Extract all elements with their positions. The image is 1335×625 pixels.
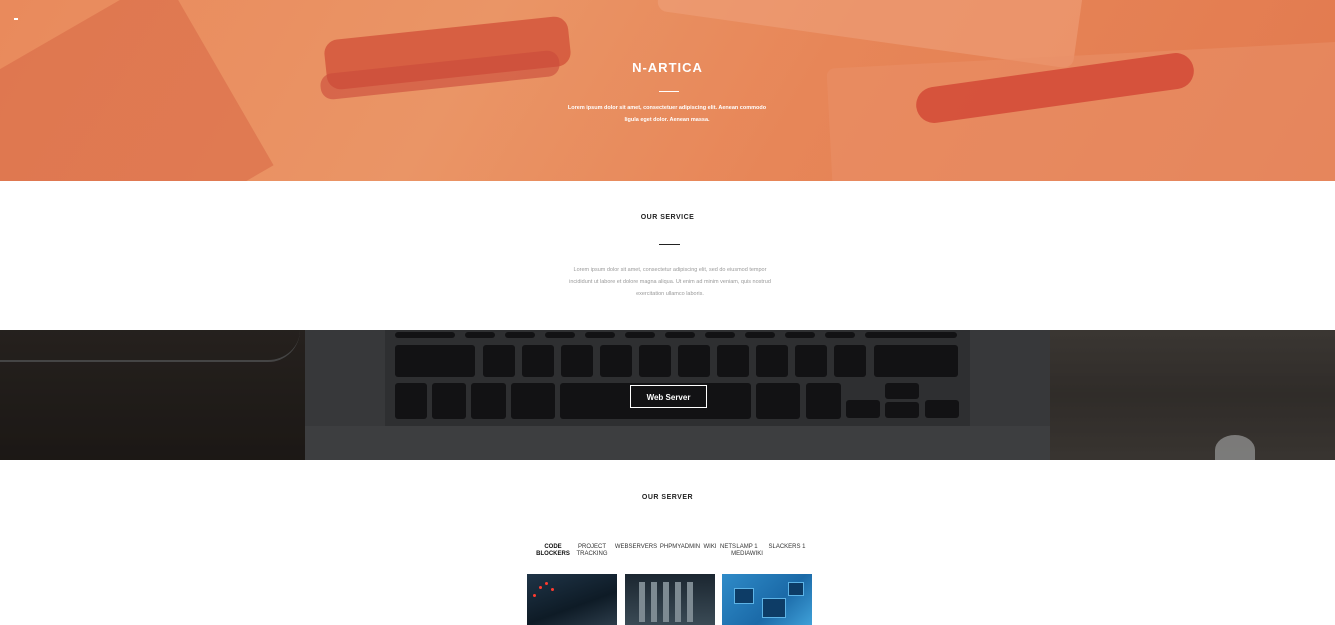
led-light	[533, 594, 536, 597]
filter-webservers[interactable]: WEBSERVERS	[613, 544, 659, 551]
server-thumbnail[interactable]	[625, 574, 715, 625]
led-light	[545, 582, 548, 585]
web-server-button[interactable]: Web Server	[630, 385, 707, 408]
portfolio-filter-bar: CODE BLOCKERS PROJECT TRACKING WEBSERVER…	[527, 544, 817, 564]
hero-banner: N-ARTICA Lorem ipsum dolor sit amet, con…	[0, 0, 1335, 181]
service-title: OUR SERVICE	[640, 214, 695, 221]
filter-wiki[interactable]: WIKI	[701, 544, 719, 551]
brand-title: N-ARTICA	[632, 60, 703, 75]
section-divider	[659, 244, 680, 245]
rack-unit	[651, 582, 657, 622]
circuit-chip	[788, 582, 804, 596]
hero-subtitle: Lorem ipsum dolor sit amet, consectetuer…	[567, 105, 767, 123]
hero-bg-shape	[0, 0, 274, 181]
server-thumbnail[interactable]	[527, 574, 617, 625]
service-description: Lorem ipsum dolor sit amet, consectetur …	[569, 267, 771, 297]
menu-icon[interactable]	[14, 18, 18, 20]
filter-lamp-mediawiki[interactable]: LAMP 1 MEDIAWIKI	[729, 544, 765, 558]
filter-phpmyadmin[interactable]: PHPMYADMIN	[659, 544, 701, 551]
led-light	[539, 586, 542, 589]
led-light	[551, 588, 554, 591]
server-title: OUR SERVER	[641, 494, 694, 501]
title-divider	[659, 91, 679, 92]
filter-project-tracking[interactable]: PROJECT TRACKING	[575, 544, 609, 558]
rack-unit	[639, 582, 645, 622]
server-thumbnail[interactable]	[722, 574, 812, 625]
filter-code-blockers[interactable]: CODE BLOCKERS	[535, 544, 571, 558]
circuit-chip	[762, 598, 786, 618]
rack-unit	[687, 582, 693, 622]
filter-slackers[interactable]: SLACKERS 1	[767, 544, 807, 551]
rack-unit	[663, 582, 669, 622]
rack-unit	[675, 582, 681, 622]
circuit-chip	[734, 588, 754, 604]
